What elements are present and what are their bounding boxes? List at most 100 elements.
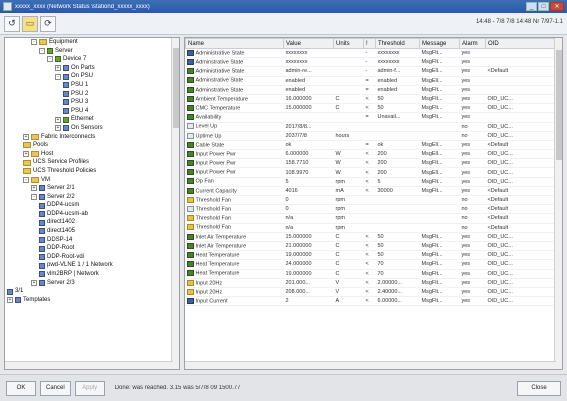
cell-text: Input Power Pwr xyxy=(195,151,236,158)
column-header[interactable]: Name xyxy=(185,38,284,49)
tree-item[interactable]: + Templates xyxy=(5,296,179,305)
tree-item[interactable]: DDSP-14 xyxy=(5,236,179,245)
tree-item[interactable]: direct1405 xyxy=(5,227,179,236)
tree-item[interactable]: PSU 2 xyxy=(5,90,179,99)
expand-icon[interactable]: + xyxy=(31,279,37,286)
minimize-button[interactable]: _ xyxy=(526,2,537,11)
collapse-icon[interactable]: - xyxy=(31,39,37,46)
collapse-icon[interactable]: - xyxy=(23,176,29,183)
properties-grid[interactable]: Name Value Units! Threshold Message Alarm OID … xyxy=(184,37,563,370)
expand-icon[interactable]: + xyxy=(55,116,61,123)
table-row[interactable]: Adminstrative State xxxxxxxx - xxxxxxxx MsgF… xyxy=(185,57,557,68)
tree-item[interactable]: + Fabric Interconnects xyxy=(5,133,179,142)
table-row[interactable]: Level Up 2017/8/8... no OID_UC... xyxy=(185,122,557,132)
table-row[interactable]: Threshold Fan n/a rpm no <Default xyxy=(185,213,557,224)
table-row[interactable]: Threshold Fan 0 rpm no <Default xyxy=(185,195,557,206)
table-row[interactable]: Availability = Unavail... MsgFlt... yes xyxy=(185,112,557,123)
table-row[interactable]: Uptime Up 2037/7/8 hours no OID_UC... xyxy=(185,131,557,141)
tree-item[interactable]: DDP-Root-vdi xyxy=(5,253,179,262)
tree-item[interactable]: PSU 3 xyxy=(5,98,179,107)
tree-item[interactable]: - Equipment xyxy=(5,38,179,47)
table-row[interactable]: Input Power Pwr 158.7710 W <200 MsgFlt... yes… xyxy=(185,158,557,169)
tree-item[interactable]: + Ethernet xyxy=(5,115,179,124)
table-row[interactable]: Input 20Hz 208.000... V <2.40000... MsgFlt..… xyxy=(185,287,557,298)
grid-horizontal-scrollbar[interactable] xyxy=(185,361,556,369)
table-row[interactable]: CMC Temperature 15.000000 C <50 MsgFlt... yes… xyxy=(185,103,557,114)
table-row[interactable]: Inlet Air Temperature 21.000000 C <50 MsgFlt… xyxy=(185,241,557,252)
tree-vertical-scrollbar[interactable] xyxy=(171,38,179,369)
tree-item[interactable]: vlm2BRP | Network xyxy=(5,270,179,279)
tree-item[interactable]: + On Sensors xyxy=(5,124,179,133)
tree-item[interactable]: UCS Service Profiles xyxy=(5,158,179,167)
table-row[interactable]: Threshold Fan 0 rpm no <Default xyxy=(185,204,557,215)
tree-item[interactable]: 3/1 xyxy=(5,287,179,296)
expand-icon[interactable]: + xyxy=(23,151,29,158)
tree-item[interactable]: + Server 2/3 xyxy=(5,279,179,288)
refresh-icon[interactable]: ⟳ xyxy=(40,15,56,32)
maximize-button[interactable]: □ xyxy=(538,2,549,11)
table-row[interactable]: Inlet Air Temperature 15.000000 C <50 MsgFlt… xyxy=(185,232,557,242)
tree-item[interactable]: UCS Threshold Policies xyxy=(5,167,179,176)
tree-item[interactable]: DDP4-ucsm-ab xyxy=(5,210,179,219)
column-header[interactable]: OID xyxy=(485,38,557,49)
tree-item[interactable]: PSU 4 xyxy=(5,107,179,116)
tree-item[interactable]: PSU 1 xyxy=(5,81,179,90)
expand-icon[interactable]: + xyxy=(7,297,13,304)
column-header[interactable]: Units xyxy=(333,38,364,49)
table-row[interactable]: Heat Temperature 19.000000 C <70 MsgFlt... ye… xyxy=(185,269,557,279)
close-button[interactable]: Close xyxy=(517,380,561,396)
table-row[interactable]: Heat Temperature 19.000000 C <50 MsgFlt... ye… xyxy=(185,250,557,261)
tree-item[interactable]: direct1402 xyxy=(5,218,179,227)
expand-icon[interactable]: + xyxy=(55,65,61,72)
table-row[interactable]: Heat Temperature 24.000000 C <70 MsgFlt... ye… xyxy=(185,259,557,270)
tree-item[interactable]: + Host xyxy=(5,150,179,159)
tree-item[interactable]: - VM xyxy=(5,176,179,185)
tree-item[interactable]: - Server xyxy=(5,47,179,56)
column-header[interactable]: Value xyxy=(283,38,334,49)
collapse-icon[interactable]: - xyxy=(47,56,53,63)
expand-icon[interactable]: + xyxy=(23,133,29,140)
close-window-button[interactable]: ✕ xyxy=(550,2,564,11)
table-row[interactable]: Op Fan 5 rpm <5 MsgFlt... yes OID_UC... xyxy=(185,177,557,187)
tree-item[interactable]: + On Parts xyxy=(5,64,179,73)
table-row[interactable]: Adminstrative State enabled = enabled MsgEll… xyxy=(185,76,557,86)
expand-icon[interactable]: + xyxy=(31,185,37,192)
table-row[interactable]: Cable State ok = ok MsgEll... yes <Default xyxy=(185,140,557,151)
column-header[interactable]: Alarm xyxy=(459,38,486,49)
grid-vertical-scrollbar[interactable] xyxy=(554,38,562,369)
tree-item[interactable]: - On PSU xyxy=(5,72,179,81)
column-header[interactable]: ! xyxy=(363,38,376,49)
tree-horizontal-scrollbar[interactable] xyxy=(5,361,173,369)
table-row[interactable]: Threshold Fan n/a rpm no <Default xyxy=(185,223,557,233)
collapse-icon[interactable]: - xyxy=(39,47,45,54)
table-row[interactable]: Administrative State xxxxxxxx - xxxxxxxx Msg… xyxy=(185,48,557,59)
table-row[interactable]: Adminstrative State enabled = enabled MsgFlt… xyxy=(185,85,557,95)
grid-scroll-thumb[interactable] xyxy=(556,50,562,160)
tree-item[interactable]: DDP4-ucsm xyxy=(5,201,179,210)
back-icon[interactable]: ↺ xyxy=(4,15,20,32)
column-header[interactable]: Threshold xyxy=(375,38,420,49)
table-row[interactable]: Input Power Pwr 108.9970 W <200 MsgEll... yes… xyxy=(185,167,557,178)
table-row[interactable]: Current Capacity 4016 mA <30000 MsgFlt... yes… xyxy=(185,186,557,197)
tree-item[interactable]: - Server 2/2 xyxy=(5,193,179,202)
folder-icon[interactable]: ▭ xyxy=(22,15,38,32)
expand-icon[interactable]: + xyxy=(55,125,61,132)
ok-button[interactable]: OK xyxy=(6,380,36,396)
tree-item[interactable]: pwd-VLNE 1 / 1 Network xyxy=(5,261,179,270)
table-row[interactable]: Ambient Temperature 16.000000 C <50 MsgFlt..… xyxy=(185,94,557,105)
collapse-icon[interactable]: - xyxy=(55,73,61,80)
tree-item[interactable]: Pools xyxy=(5,141,179,150)
apply-button[interactable]: Apply xyxy=(74,380,105,396)
table-row[interactable]: Input 20Hz 201.000... V <2.00000... MsgFlt..… xyxy=(185,278,557,288)
table-row[interactable]: Input Current 2 A <6.00000... MsgFlt... yes OI… xyxy=(185,296,557,307)
cancel-button[interactable]: Cancel xyxy=(40,380,71,396)
tree-item[interactable]: + Server 2/1 xyxy=(5,184,179,193)
collapse-icon[interactable]: - xyxy=(31,193,37,200)
column-header[interactable]: Message xyxy=(419,38,460,49)
tree-item[interactable]: - Device 7 xyxy=(5,55,179,64)
table-row[interactable]: Administrative State admin-re... - admin-f.… xyxy=(185,66,557,77)
tree-scroll-thumb[interactable] xyxy=(173,48,179,128)
tree-panel[interactable]: - Equipment - Server - Device 7 + On Parts - On P… xyxy=(4,37,180,370)
table-row[interactable]: Input Power Pwr 6.000000 W <200 MsgEll... yes… xyxy=(185,149,557,160)
tree-item[interactable]: DDP-Root xyxy=(5,244,179,253)
